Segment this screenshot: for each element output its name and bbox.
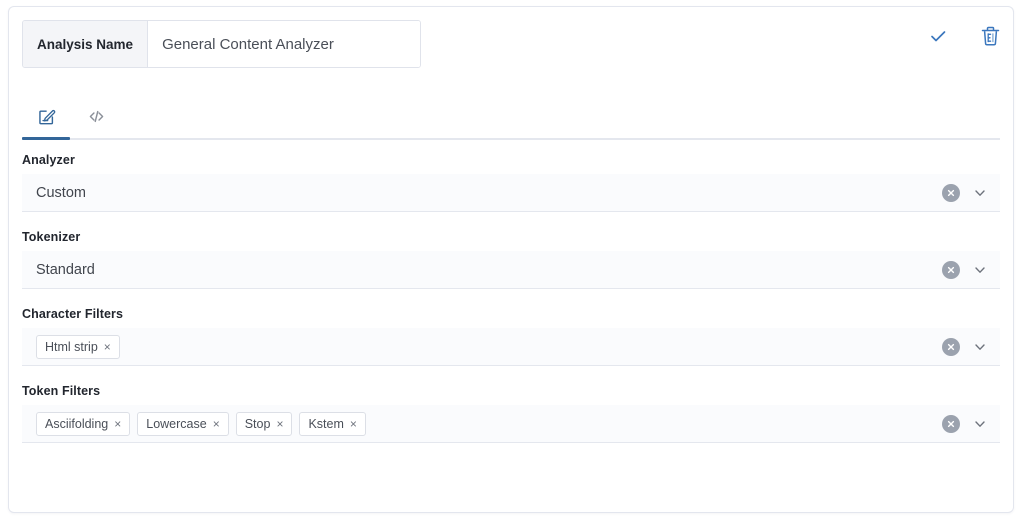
editor-tabs bbox=[22, 99, 1000, 141]
chip-label: Lowercase bbox=[146, 416, 207, 431]
chip[interactable]: Html strip × bbox=[36, 334, 120, 359]
tab-active-indicator bbox=[22, 137, 70, 140]
clear-circle-icon[interactable] bbox=[942, 183, 960, 202]
edit-document-icon bbox=[37, 107, 56, 131]
header-actions bbox=[925, 23, 1003, 49]
chip[interactable]: Asciifolding × bbox=[36, 411, 131, 436]
chip-label: Asciifolding bbox=[45, 416, 109, 431]
select-analyzer-adornments bbox=[942, 183, 988, 202]
chip[interactable]: Stop × bbox=[235, 411, 293, 436]
field-character-filters: Character Filters Html strip × bbox=[22, 307, 1000, 366]
chevron-down-icon[interactable] bbox=[972, 339, 988, 355]
chip-label: Kstem bbox=[308, 416, 344, 431]
field-label-tokenizer: Tokenizer bbox=[22, 230, 81, 244]
chevron-down-icon[interactable] bbox=[972, 262, 988, 278]
analysis-name-group: Analysis Name General Content Analyzer bbox=[22, 20, 421, 68]
analysis-name-label: Analysis Name bbox=[23, 21, 149, 67]
multiselect-character-filters-adornments bbox=[942, 337, 988, 356]
chip-label: Stop bbox=[244, 416, 271, 431]
field-token-filters: Token Filters Asciifolding × Lowercase ×… bbox=[22, 384, 1000, 443]
chip-list-character-filters: Html strip × bbox=[36, 330, 120, 364]
analyzer-fields: Analyzer Custom Tokenizer Standard Chara… bbox=[22, 153, 1000, 461]
chevron-down-icon[interactable] bbox=[972, 416, 988, 432]
chip-list-token-filters: Asciifolding × Lowercase × Stop × Kstem … bbox=[36, 407, 366, 441]
chip-remove-icon[interactable]: × bbox=[213, 418, 220, 430]
chip-remove-icon[interactable]: × bbox=[114, 418, 121, 430]
chevron-down-icon[interactable] bbox=[972, 185, 988, 201]
select-tokenizer-adornments bbox=[942, 260, 988, 279]
analyzer-editor-card: Analysis Name General Content Analyzer A… bbox=[8, 6, 1014, 513]
chip-label: Html strip bbox=[45, 339, 98, 354]
field-label-token-filters: Token Filters bbox=[22, 384, 101, 398]
select-tokenizer[interactable]: Standard bbox=[22, 251, 1000, 289]
tab-code-editor[interactable] bbox=[72, 99, 120, 139]
select-analyzer-value: Custom bbox=[36, 184, 86, 201]
save-button[interactable] bbox=[925, 23, 951, 49]
delete-button[interactable] bbox=[977, 23, 1003, 49]
multiselect-token-filters-adornments bbox=[942, 414, 988, 433]
clear-circle-icon[interactable] bbox=[942, 414, 960, 433]
tab-visual-editor[interactable] bbox=[22, 99, 70, 139]
select-tokenizer-value: Standard bbox=[36, 261, 95, 278]
field-label-analyzer: Analyzer bbox=[22, 153, 75, 167]
field-tokenizer: Tokenizer Standard bbox=[22, 230, 1000, 289]
multiselect-token-filters[interactable]: Asciifolding × Lowercase × Stop × Kstem … bbox=[22, 405, 1000, 443]
tabs-divider bbox=[22, 138, 1000, 140]
analysis-name-input[interactable]: General Content Analyzer bbox=[148, 21, 420, 67]
chip[interactable]: Lowercase × bbox=[137, 411, 229, 436]
field-analyzer: Analyzer Custom bbox=[22, 153, 1000, 212]
clear-circle-icon[interactable] bbox=[942, 337, 960, 356]
card-header: Analysis Name General Content Analyzer bbox=[9, 7, 1013, 81]
code-brackets-icon bbox=[87, 107, 106, 131]
chip-remove-icon[interactable]: × bbox=[104, 341, 111, 353]
select-analyzer[interactable]: Custom bbox=[22, 174, 1000, 212]
check-icon bbox=[928, 26, 948, 46]
chip-remove-icon[interactable]: × bbox=[350, 418, 357, 430]
clear-circle-icon[interactable] bbox=[942, 260, 960, 279]
trash-icon bbox=[980, 25, 1001, 47]
field-label-character-filters: Character Filters bbox=[22, 307, 124, 321]
multiselect-character-filters[interactable]: Html strip × bbox=[22, 328, 1000, 366]
chip[interactable]: Kstem × bbox=[299, 411, 366, 436]
chip-remove-icon[interactable]: × bbox=[276, 418, 283, 430]
